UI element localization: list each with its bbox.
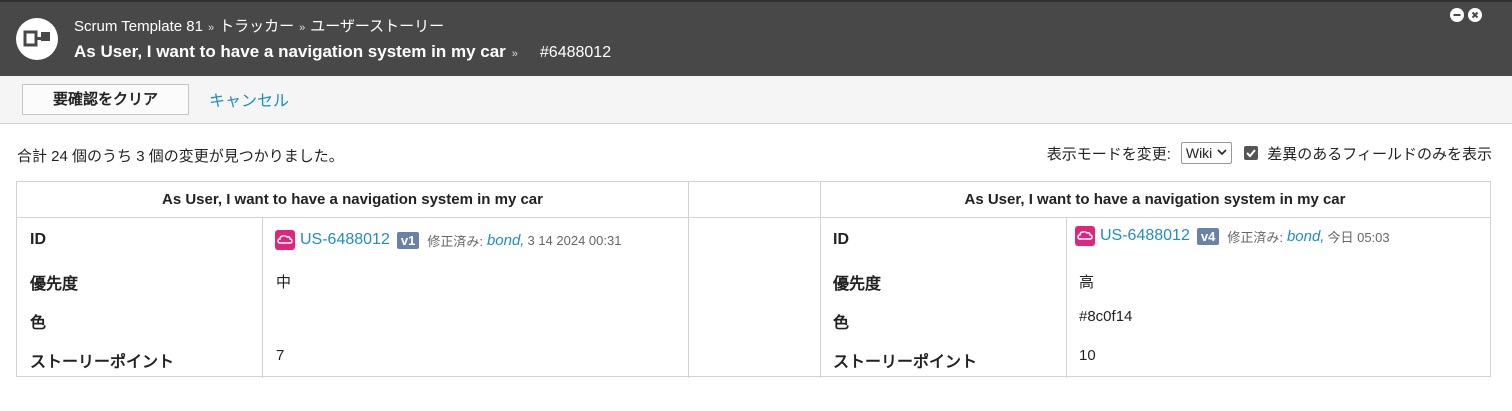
minimize-icon[interactable]: [1450, 8, 1464, 22]
right-version-badge[interactable]: v4: [1196, 227, 1220, 245]
left-item-id-link[interactable]: US-6488012: [300, 231, 390, 249]
right-modified-label: 修正済み:: [1227, 229, 1283, 245]
change-summary: 合計 24 個のうち 3 個の変更が見つかりました。: [17, 148, 344, 165]
right-priority-value: 高: [1079, 274, 1095, 291]
tracker-logo-icon: [16, 18, 58, 60]
breadcrumb-separator-icon: »: [207, 22, 215, 34]
right-id-row: US-6488012 v4 修正済み: bond, 今日 05:03: [1075, 226, 1390, 246]
field-divider: [262, 218, 263, 378]
left-modified-date: 3 14 2024 00:31: [527, 232, 622, 248]
left-priority-value: 中: [276, 274, 292, 291]
view-mode-label: 表示モードを変更:: [1046, 145, 1171, 163]
only-diff-checkbox[interactable]: [1244, 146, 1259, 160]
left-field-label-color: 色: [30, 315, 47, 332]
breadcrumb: Scrum Template 81 » トラッカー » ユーザーストーリー: [74, 15, 444, 36]
left-column-title: As User, I want to have a navigation sys…: [17, 182, 688, 218]
toolbar: 要確認をクリア キャンセル: [0, 76, 1512, 124]
only-diff-label[interactable]: 差異のあるフィールドのみを表示: [1267, 143, 1492, 164]
right-field-label-story-points: ストーリーポイント: [833, 354, 978, 371]
view-mode-select[interactable]: Wiki: [1180, 142, 1233, 164]
right-modified-date: 今日 05:03: [1327, 229, 1390, 245]
left-field-label-priority: 優先度: [30, 276, 79, 293]
header-bar: Scrum Template 81 » トラッカー » ユーザーストーリー As Use…: [0, 0, 1512, 76]
right-story-points-value: 10: [1079, 347, 1096, 364]
left-modified-user[interactable]: bond,: [487, 232, 525, 249]
item-number: #6488012: [539, 44, 612, 61]
clear-review-button[interactable]: 要確認をクリア: [22, 84, 189, 115]
page-title[interactable]: As User, I want to have a navigation sys…: [74, 42, 506, 61]
column-divider: [688, 182, 689, 378]
close-icon[interactable]: [1468, 8, 1482, 22]
right-column-title: As User, I want to have a navigation sys…: [820, 182, 1490, 218]
title-separator-icon: »: [511, 48, 518, 60]
right-item-id-link[interactable]: US-6488012: [1100, 227, 1190, 245]
left-field-label-id: ID: [30, 231, 46, 248]
left-field-label-story-points: ストーリーポイント: [30, 354, 175, 371]
cancel-link[interactable]: キャンセル: [209, 87, 289, 111]
view-mode-selected: Wiki: [1185, 145, 1213, 161]
window-controls: [1450, 8, 1482, 22]
left-version-badge[interactable]: v1: [396, 231, 420, 249]
breadcrumb-separator-icon: »: [299, 22, 306, 34]
header-top-line: [0, 0, 1512, 2]
breadcrumb-trackers[interactable]: トラッカー: [219, 18, 294, 35]
right-field-label-id: ID: [833, 231, 849, 248]
view-mode-control: 表示モードを変更: Wiki 差異のあるフィールドのみを表示: [1047, 142, 1492, 164]
column-divider: [820, 182, 821, 378]
breadcrumb-project[interactable]: Scrum Template 81: [74, 18, 203, 35]
breadcrumb-user-stories[interactable]: ユーザーストーリー: [310, 18, 444, 35]
right-modified-user[interactable]: bond,: [1287, 228, 1325, 245]
user-story-icon: [1075, 226, 1095, 246]
field-divider: [1066, 218, 1067, 378]
page-title-row: As User, I want to have a navigation sys…: [74, 42, 611, 62]
left-story-points-value: 7: [276, 347, 285, 364]
right-field-label-color: 色: [833, 315, 850, 332]
left-id-row: US-6488012 v1 修正済み: bond, 3 14 2024 00:3…: [275, 230, 621, 250]
middle-column-header: [688, 182, 820, 218]
left-modified-label: 修正済み:: [427, 233, 483, 249]
diff-table: As User, I want to have a navigation sys…: [16, 181, 1491, 378]
right-color-value: #8c0f14: [1079, 308, 1133, 325]
right-field-label-priority: 優先度: [833, 276, 882, 293]
chevron-down-icon: [1217, 147, 1227, 159]
user-story-icon: [275, 230, 295, 250]
